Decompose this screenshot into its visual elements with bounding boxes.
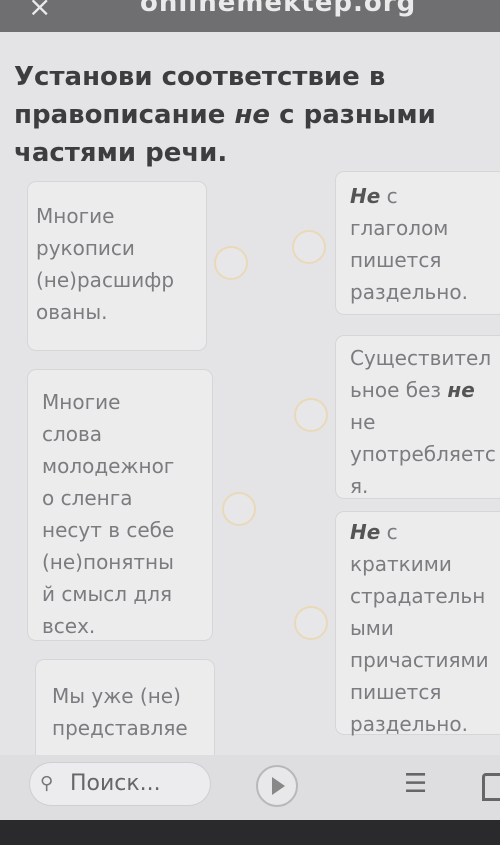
left-item-2-line: й смысл для [42,582,173,606]
site-name: onlinemektep.org [140,0,417,18]
right-item-3-line: раздельно. [350,712,468,736]
left-item-1-text: Многие рукописи (не)расшифр ованы. [36,200,174,328]
list-icon[interactable]: ☰ [404,769,427,799]
left-item-2-line: слова [42,422,103,446]
right-item-3-line: причастиями [350,648,489,672]
left-item-2-match-dot[interactable] [222,492,256,526]
right-item-3-emphasis: Не [350,520,381,544]
left-item-2-line: Многие [42,390,121,414]
right-item-3[interactable]: Не с краткими страдательн ыми причастиям… [336,512,500,736]
left-item-2[interactable]: Многие слова молодежног о сленга несут в… [28,370,212,640]
left-item-2-line: всех. [42,614,96,638]
left-item-1-line: (не)расшифр [36,268,175,292]
right-item-3-line: пишется [350,680,442,704]
left-item-2-line: о сленга [42,486,133,510]
play-icon [272,777,285,795]
right-item-1-line: Не с [350,180,468,212]
left-item-2-text: Многие слова молодежног о сленга несут в… [42,386,174,642]
right-item-1-emphasis: Не [350,184,381,208]
left-item-3-text: Мы уже (не) представляе [52,680,188,744]
left-item-1-line: ованы. [36,300,108,324]
right-item-2-emphasis: не [447,378,475,402]
right-item-2-line: не [350,410,376,434]
left-item-2-line: несут в себе [42,518,175,542]
play-button[interactable] [256,765,298,807]
right-item-1-text: Не с глаголом пишется раздельно. [350,180,468,308]
right-item-2-line-pre: ьное без [350,378,448,402]
right-item-2-match-dot[interactable] [294,398,328,432]
left-item-2-line: (не)понятны [42,550,174,574]
left-item-1-line: рукописи [36,236,135,260]
left-item-3-line: представляе [52,716,188,740]
search-placeholder: Поиск... [70,771,161,796]
bottom-toolbar: ⚲ Поиск... ☰ [0,755,500,820]
question-line-2-prefix: правописание [14,100,235,130]
right-item-3-line: краткими [350,552,452,576]
right-item-1-line: пишется [350,248,442,272]
right-item-2-text: Существител ьное без не не употребляетс … [350,342,496,502]
right-item-2-line: употребляетс [350,442,496,466]
question-line-2-suffix: с разными [270,100,436,130]
right-item-2[interactable]: Существител ьное без не не употребляетс … [336,336,500,498]
right-item-1-line: раздельно. [350,280,468,304]
right-item-3-text: Не с краткими страдательн ыми причастиям… [350,516,489,740]
home-icon[interactable] [482,773,500,801]
right-item-1-line: глаголом [350,216,449,240]
left-item-1-match-dot[interactable] [214,246,248,280]
question-line-3: частями речи. [14,138,228,168]
question-line-1: Установи соответствие в [14,62,386,92]
right-item-3-line-rest: с [380,520,398,544]
quiz-screen: × onlinemektep.org Установи соответствие… [0,0,500,820]
left-item-1[interactable]: Многие рукописи (не)расшифр ованы. [28,182,206,350]
right-item-2-line: я. [350,474,369,498]
left-item-2-line: молодежног [42,454,175,478]
question-line-2: правописание не с разными [14,96,484,134]
question-text: Установи соответствие в правописание не … [14,58,484,172]
right-item-1-line-rest: с [380,184,398,208]
right-item-1-match-dot[interactable] [292,230,326,264]
left-item-1-line: Многие [36,204,115,228]
search-icon: ⚲ [40,773,54,794]
right-item-3-match-dot[interactable] [294,606,328,640]
question-emphasis: не [234,100,271,130]
right-item-3-line: Не с [350,516,489,548]
top-bar: × onlinemektep.org [0,0,500,32]
right-item-2-line: ьное без не [350,374,496,406]
close-icon[interactable]: × [28,0,51,23]
right-item-1[interactable]: Не с глаголом пишется раздельно. [336,172,500,314]
left-item-3-line: Мы уже (не) [52,684,181,708]
right-item-2-line: Существител [350,346,492,370]
right-item-3-line: страдательн [350,584,486,608]
search-input[interactable]: ⚲ Поиск... [30,763,210,805]
right-item-3-line: ыми [350,616,394,640]
